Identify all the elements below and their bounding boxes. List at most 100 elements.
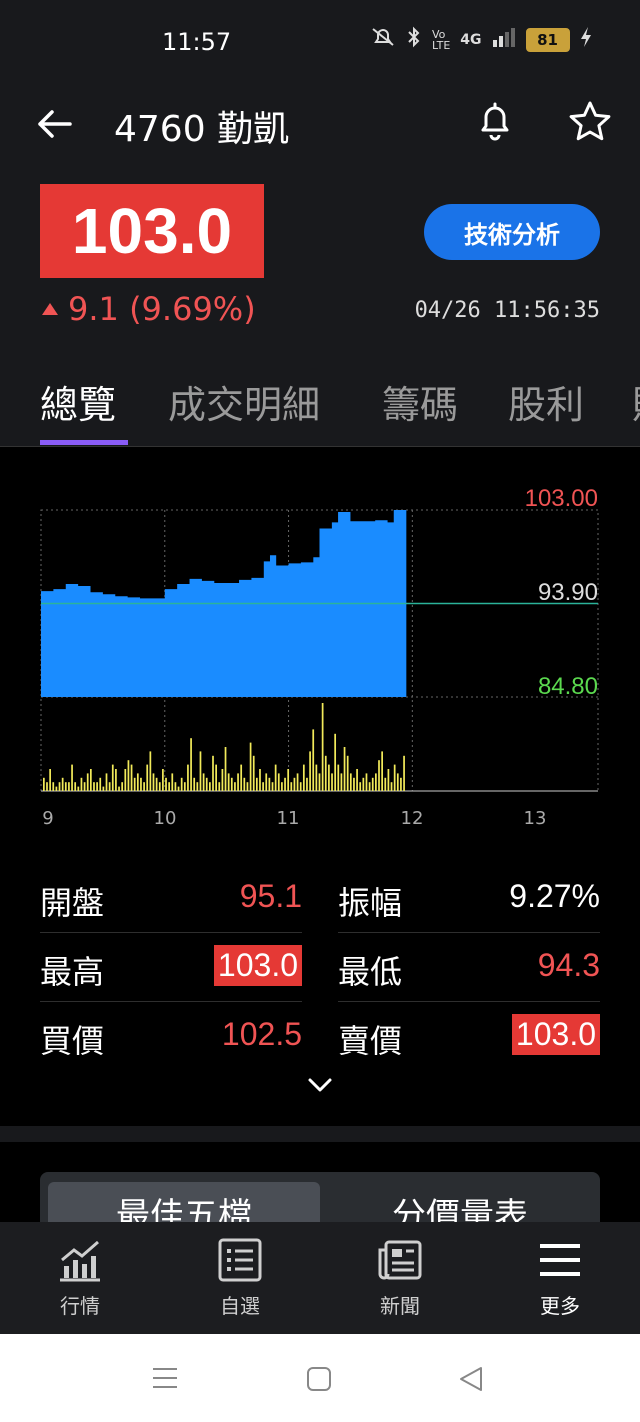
volume-bar xyxy=(271,782,274,791)
volume-bar xyxy=(149,751,152,791)
active-tab-indicator xyxy=(40,440,128,445)
volume-bar xyxy=(356,769,358,791)
volume-bar xyxy=(246,782,249,791)
stats-row-open: 開盤 95.1 振幅 9.27% xyxy=(40,864,600,933)
status-time: 11:57 xyxy=(162,28,232,56)
tab-chips[interactable]: 籌碼 xyxy=(382,374,458,429)
volume-bar xyxy=(190,738,192,791)
volume-bar xyxy=(315,764,318,791)
technical-analysis-button[interactable]: 技術分析 xyxy=(424,204,600,260)
y-label-ref: 93.90 xyxy=(538,579,598,606)
volume-bar xyxy=(46,782,48,791)
nav-more[interactable]: 更多 xyxy=(500,1236,620,1319)
nav-watchlist[interactable]: 自選 xyxy=(180,1236,300,1319)
volume-bar xyxy=(199,751,202,791)
volume-bar xyxy=(243,777,246,791)
volume-bar xyxy=(133,777,136,791)
volume-bar xyxy=(196,782,199,791)
high-label: 最高 xyxy=(40,953,105,991)
newspaper-icon xyxy=(378,1240,422,1280)
volume-bar xyxy=(337,764,340,791)
volume-bar xyxy=(180,777,183,791)
volume-bar xyxy=(83,782,86,791)
high-value: 103.0 xyxy=(213,945,302,986)
volume-bar xyxy=(127,760,130,791)
volume-bar xyxy=(43,777,45,791)
tab-overview[interactable]: 總覽 xyxy=(40,374,116,429)
volume-bar xyxy=(384,777,387,791)
volume-bar xyxy=(400,777,402,791)
x-tick-12: 12 xyxy=(401,808,424,829)
volume-bar xyxy=(368,782,371,791)
y-label-low: 84.80 xyxy=(538,673,598,700)
volume-bar xyxy=(215,764,217,791)
volume-bar xyxy=(381,751,383,791)
volume-bar xyxy=(158,782,161,791)
volume-bar xyxy=(155,777,158,791)
volume-bar xyxy=(306,777,308,791)
low-label: 最低 xyxy=(338,953,403,991)
bid-label: 買價 xyxy=(40,1022,105,1060)
volte-icon: Vo LTE xyxy=(432,27,451,52)
tab-bar: 總覽 成交明細 籌碼 股利 財 xyxy=(0,360,640,447)
volume-bar xyxy=(205,777,208,791)
volume-bar xyxy=(77,786,80,791)
chevron-down-icon[interactable] xyxy=(304,1074,336,1098)
volume-bar xyxy=(268,777,271,791)
volume-bar xyxy=(240,764,243,791)
volume-bar xyxy=(340,773,343,791)
back-triangle-icon[interactable] xyxy=(458,1366,484,1396)
list-icon xyxy=(218,1238,262,1282)
back-arrow-icon[interactable] xyxy=(34,104,74,144)
volume-bar xyxy=(49,769,51,791)
star-icon[interactable] xyxy=(566,98,614,146)
signal-icon xyxy=(492,26,516,53)
volume-bar xyxy=(230,777,233,791)
volume-bar xyxy=(99,777,102,791)
volume-bar xyxy=(193,777,196,791)
status-icons: Vo LTE 4G 81 xyxy=(370,26,592,53)
volume-bar xyxy=(174,782,177,791)
stock-header: 4760 勤凱 103.0 技術分析 9.1 (9.69%) 04/26 11:… xyxy=(0,84,640,447)
volume-bar xyxy=(265,773,268,791)
recent-apps-icon[interactable] xyxy=(152,1366,178,1394)
volume-bar xyxy=(343,747,346,791)
chart-svg: 103.00 93.90 84.80 9 10 11 12 13 xyxy=(40,485,599,829)
stats-row-bid: 買價 102.5 賣價 103.0 xyxy=(40,1002,600,1071)
volume-bar xyxy=(262,782,264,791)
volume-bar xyxy=(237,773,239,791)
volume-bar xyxy=(287,769,290,791)
volume-bar xyxy=(396,773,399,791)
nav-watchlist-label: 自選 xyxy=(220,1294,260,1318)
volume-bar xyxy=(353,777,355,791)
volume-bar xyxy=(334,733,337,791)
volume-bar xyxy=(136,773,139,791)
volume-bar xyxy=(111,764,114,791)
volume-bar xyxy=(255,777,258,791)
volume-bar xyxy=(375,773,377,791)
ask-value: 103.0 xyxy=(511,1014,600,1055)
tab-trade-details[interactable]: 成交明細 xyxy=(168,374,320,429)
intraday-chart[interactable]: 103.00 93.90 84.80 9 10 11 12 13 xyxy=(0,480,640,840)
nav-news[interactable]: 新聞 xyxy=(340,1236,460,1319)
volume-bar xyxy=(290,782,293,791)
tab-more-partial[interactable]: 財 xyxy=(632,374,640,429)
home-icon[interactable] xyxy=(306,1366,332,1396)
bluetooth-icon xyxy=(406,26,422,53)
volume-bar xyxy=(55,786,58,791)
volume-bar xyxy=(61,777,64,791)
nav-quotes[interactable]: 行情 xyxy=(20,1236,140,1319)
volume-bar xyxy=(146,764,149,791)
network-icon: 4G xyxy=(460,31,482,48)
bell-icon[interactable] xyxy=(472,98,518,144)
volume-bar xyxy=(390,782,393,791)
open-value: 95.1 xyxy=(239,878,302,914)
volume-bar xyxy=(221,769,224,791)
volume-bar xyxy=(152,773,155,791)
tab-dividend[interactable]: 股利 xyxy=(508,374,584,429)
volume-bar xyxy=(393,764,396,791)
nav-news-label: 新聞 xyxy=(380,1294,420,1318)
volume-bar xyxy=(259,769,261,791)
volume-bar xyxy=(281,782,283,791)
volume-bar xyxy=(331,773,333,791)
